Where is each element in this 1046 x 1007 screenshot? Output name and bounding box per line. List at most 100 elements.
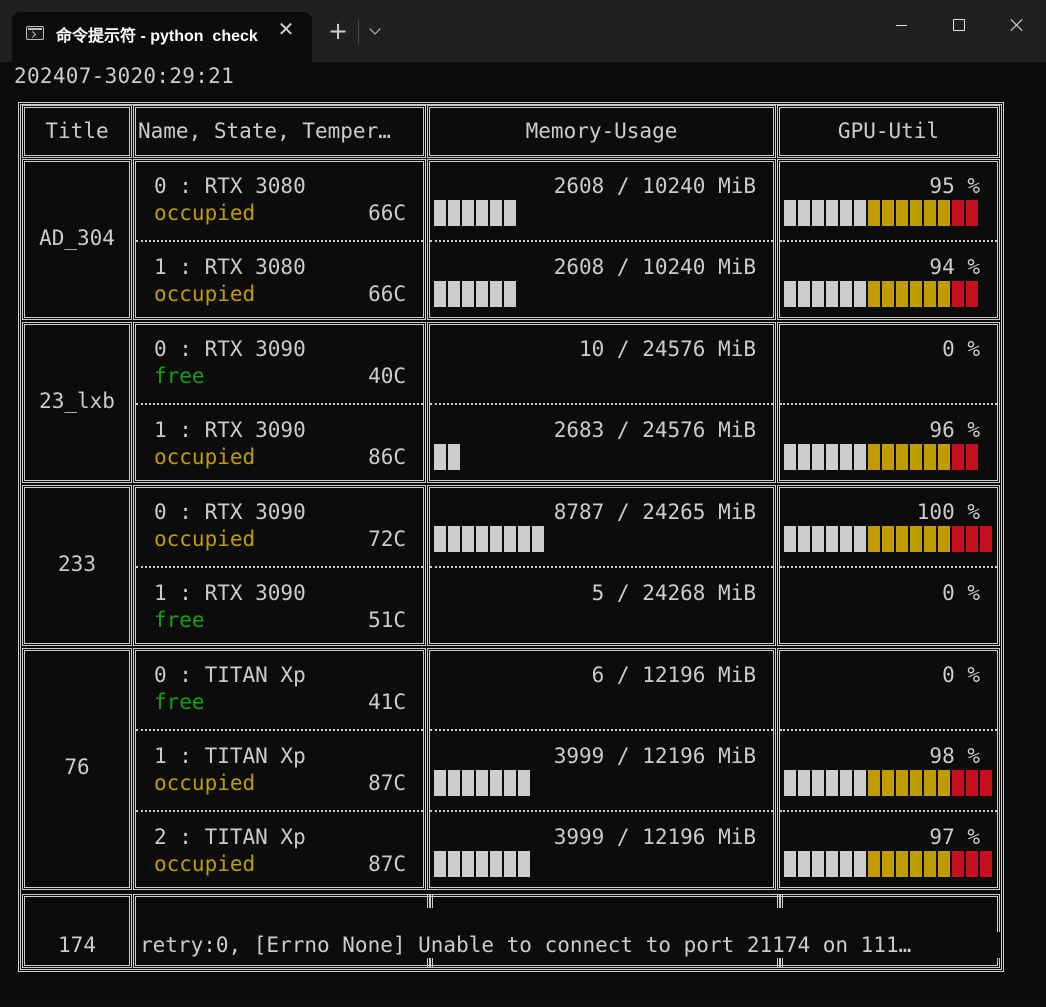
- plus-icon[interactable]: +: [322, 17, 354, 47]
- gpu-util: 95 %: [929, 174, 980, 198]
- gpu-util: 0 %: [942, 663, 980, 687]
- header-3: GPU-Util: [837, 119, 940, 143]
- util-bar-mid-block: [896, 200, 908, 226]
- util-bar-low: [784, 200, 866, 226]
- memory-usage: 10 / 24576 MiB: [578, 337, 756, 361]
- util-bar-high: [952, 851, 992, 877]
- timestamp: 202407-3020:29:21: [14, 64, 235, 88]
- memory-usage: 3999 / 12196 MiB: [553, 825, 756, 849]
- util-bar-high-block: [952, 851, 964, 877]
- util-bar-low: [784, 851, 866, 877]
- memory-usage: 2608 / 10240 MiB: [553, 255, 756, 279]
- util-bar-mid-block: [882, 281, 894, 307]
- gpu-name: 1 : TITAN Xp: [154, 744, 306, 768]
- util-bar-high-block: [966, 281, 978, 307]
- gpu-state: occupied: [154, 852, 256, 876]
- minimize-icon[interactable]: [872, 0, 930, 50]
- row-divider: [430, 403, 773, 405]
- util-bar-mid-block: [882, 444, 894, 470]
- memory-bar-block: [448, 200, 460, 226]
- memory-bar-block: [462, 281, 474, 307]
- util-bar-mid-block: [924, 281, 936, 307]
- gpu-state: free: [154, 364, 205, 388]
- util-bar-high-block: [966, 770, 978, 796]
- util-bar-low-block: [826, 770, 838, 796]
- gpu-temperature: 41C: [368, 690, 406, 714]
- memory-bar-block: [504, 281, 516, 307]
- util-bar-low-block: [826, 281, 838, 307]
- util-bar-mid-block: [896, 444, 908, 470]
- util-bar-low-block: [812, 444, 824, 470]
- memory-bar-block: [476, 851, 488, 877]
- row-divider: [136, 566, 423, 568]
- util-bar-low-block: [826, 851, 838, 877]
- memory-bar-block: [476, 200, 488, 226]
- util-bar-low-block: [854, 851, 866, 877]
- title-bar: 命令提示符 - python check ✕ +: [0, 0, 1046, 62]
- util-bar-high-block: [980, 526, 992, 552]
- gpu-name: 0 : RTX 3080: [154, 174, 306, 198]
- memory-bar-block: [504, 526, 516, 552]
- util-bar-mid-block: [910, 770, 922, 796]
- util-bar-high-block: [952, 281, 964, 307]
- util-bar-mid-block: [938, 281, 950, 307]
- memory-bar: [434, 770, 530, 796]
- util-bar-low-block: [812, 851, 824, 877]
- util-bar-mid-block: [938, 444, 950, 470]
- util-bar-mid-block: [882, 770, 894, 796]
- util-bar-mid-block: [896, 851, 908, 877]
- util-bar-mid-block: [882, 851, 894, 877]
- util-bar-mid-block: [896, 770, 908, 796]
- util-bar-low-block: [854, 770, 866, 796]
- util-bar-mid-block: [910, 851, 922, 877]
- memory-bar-block: [532, 526, 544, 552]
- gpu-state: free: [154, 608, 205, 632]
- util-bar-mid-block: [924, 851, 936, 877]
- row-divider: [780, 729, 997, 731]
- memory-bar: [434, 526, 544, 552]
- memory-bar: [434, 281, 516, 307]
- util-bar-low-block: [812, 200, 824, 226]
- gpu-state: occupied: [154, 282, 256, 306]
- gpu-state: occupied: [154, 201, 256, 225]
- util-bar-mid-block: [868, 851, 880, 877]
- gpu-name: 1 : RTX 3090: [154, 418, 306, 442]
- util-bar-high-block: [966, 444, 978, 470]
- group-title: 76: [64, 755, 90, 779]
- util-bar-mid: [868, 770, 950, 796]
- gpu-util: 0 %: [942, 337, 980, 361]
- gpu-state: free: [154, 690, 205, 714]
- column-stub: [777, 894, 783, 908]
- terminal-tab[interactable]: 命令提示符 - python check ✕: [12, 12, 312, 62]
- util-bar-low-block: [784, 851, 796, 877]
- header-0: Title: [45, 119, 109, 143]
- gpu-name: 0 : RTX 3090: [154, 500, 306, 524]
- util-bar-low-block: [840, 281, 852, 307]
- chevron-down-icon[interactable]: [362, 17, 390, 47]
- util-bar-low-block: [812, 281, 824, 307]
- util-bar-low-block: [826, 526, 838, 552]
- memory-bar-block: [434, 851, 446, 877]
- maximize-icon[interactable]: [930, 0, 988, 50]
- util-bar-mid-block: [924, 444, 936, 470]
- util-bar-mid-block: [896, 281, 908, 307]
- close-icon[interactable]: ✕: [274, 18, 298, 42]
- memory-bar-block: [476, 281, 488, 307]
- memory-bar-block: [462, 851, 474, 877]
- util-bar-mid-block: [882, 526, 894, 552]
- memory-bar-block: [518, 770, 530, 796]
- util-bar-mid-block: [910, 444, 922, 470]
- memory-bar-block: [448, 851, 460, 877]
- util-bar-mid-block: [868, 526, 880, 552]
- util-bar-low-block: [784, 526, 796, 552]
- gpu-state: occupied: [154, 445, 256, 469]
- row-divider: [136, 240, 423, 242]
- util-bar-high-block: [980, 770, 992, 796]
- util-bar-low-block: [798, 526, 810, 552]
- util-bar-high: [952, 444, 978, 470]
- row-divider: [136, 729, 423, 731]
- error-message: retry:0, [Errno None] Unable to connect …: [140, 932, 1000, 958]
- row-divider: [780, 403, 997, 405]
- window-close-icon[interactable]: [988, 0, 1046, 50]
- util-bar-high-block: [966, 200, 978, 226]
